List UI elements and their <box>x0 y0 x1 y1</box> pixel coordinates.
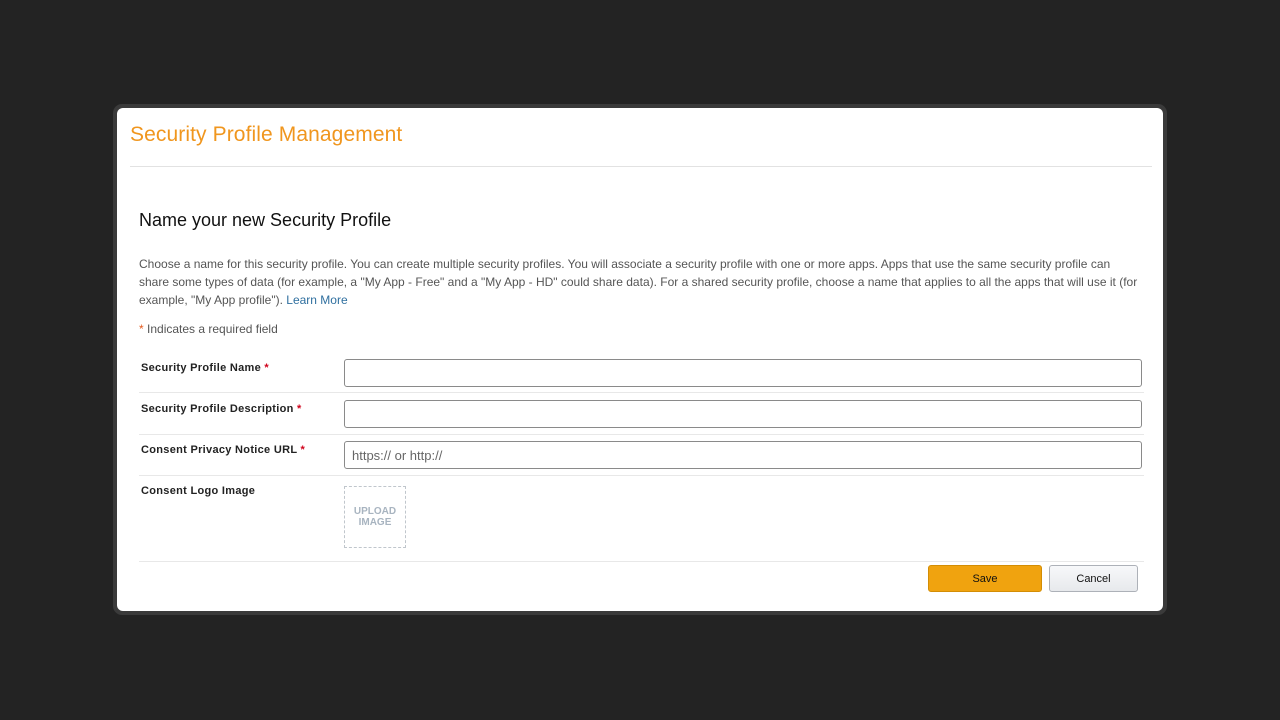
logo-image-label: Consent Logo Image <box>141 485 256 497</box>
required-asterisk: * <box>139 322 144 336</box>
required-asterisk: * <box>300 444 306 456</box>
upload-label-line1: UPLOAD <box>353 506 397 517</box>
cancel-button[interactable]: Cancel <box>1049 565 1138 592</box>
privacy-url-input[interactable] <box>344 441 1142 469</box>
privacy-url-label-text: Consent Privacy Notice URL <box>141 444 298 456</box>
upload-image-label: UPLOAD IMAGE <box>354 506 396 528</box>
title-divider <box>130 166 1152 167</box>
form-row-profile-description: Security Profile Description * <box>139 393 1144 435</box>
section-heading: Name your new Security Profile <box>139 210 392 230</box>
required-note-text: Indicates a required field <box>147 322 278 336</box>
profile-description-input[interactable] <box>344 400 1142 428</box>
upload-image-button[interactable]: UPLOAD IMAGE <box>344 486 406 548</box>
security-profile-panel: Security Profile Management Name your ne… <box>117 108 1163 611</box>
upload-label-line2: IMAGE <box>358 517 392 528</box>
profile-description-label: Security Profile Description * <box>141 403 302 415</box>
form-row-privacy-url: Consent Privacy Notice URL * <box>139 435 1144 476</box>
section-description: Choose a name for this security profile.… <box>139 255 1139 309</box>
privacy-url-label: Consent Privacy Notice URL * <box>141 444 305 456</box>
save-button[interactable]: Save <box>928 565 1042 592</box>
profile-name-label: Security Profile Name * <box>141 362 269 374</box>
profile-name-label-text: Security Profile Name <box>141 362 262 374</box>
profile-name-input[interactable] <box>344 359 1142 387</box>
learn-more-link[interactable]: Learn More <box>286 293 347 307</box>
required-asterisk: * <box>264 362 269 374</box>
form-row-profile-name: Security Profile Name * <box>139 355 1144 393</box>
required-asterisk: * <box>297 403 302 415</box>
form-row-logo-image: Consent Logo Image UPLOAD IMAGE <box>139 476 1144 562</box>
page-title: Security Profile Management <box>130 123 403 146</box>
profile-description-label-text: Security Profile Description <box>141 403 294 415</box>
browser-window: Security Profile Management Name your ne… <box>113 104 1167 615</box>
required-field-note: * Indicates a required field <box>139 322 278 336</box>
